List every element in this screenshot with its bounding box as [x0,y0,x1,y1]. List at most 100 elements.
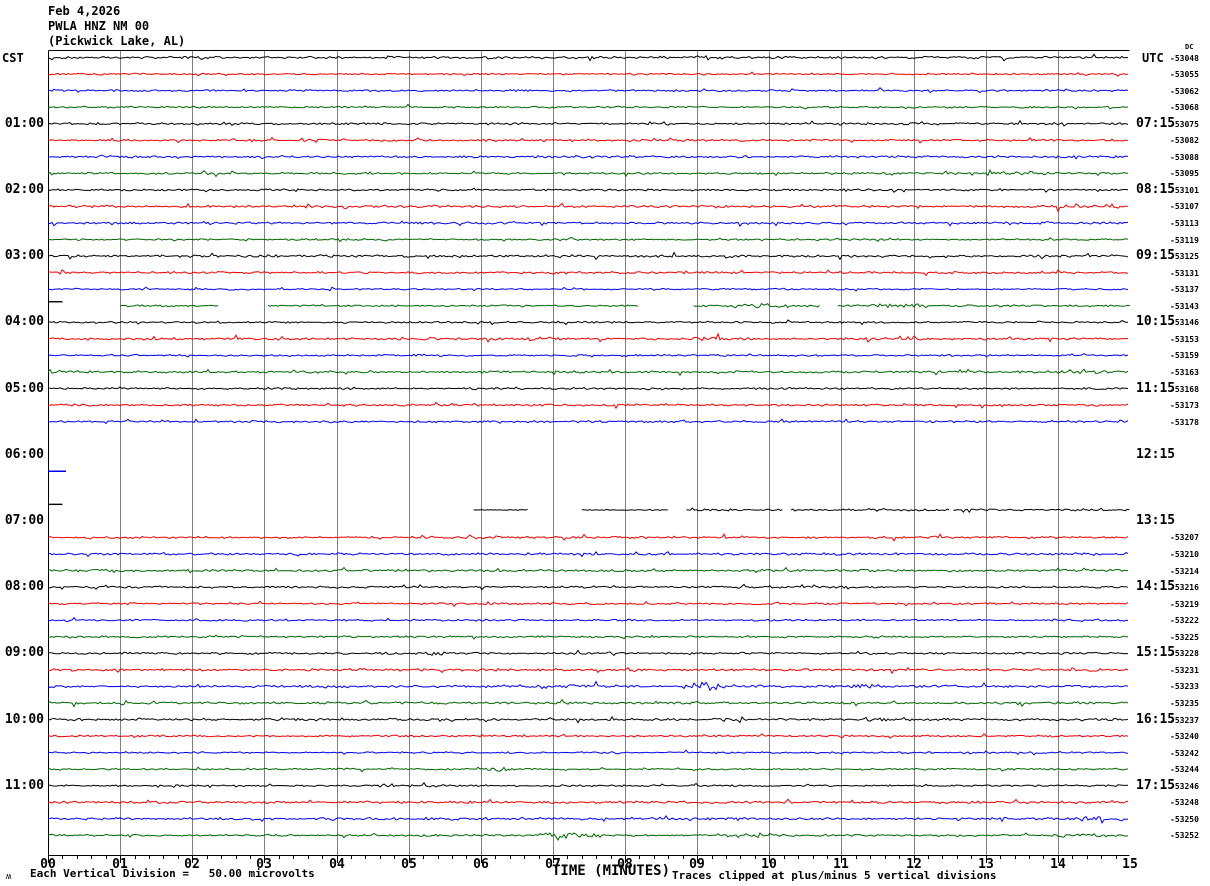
seismogram-plot [48,50,1130,863]
dc-offset-value: -53095 [1170,169,1199,179]
dc-offset-value: -53107 [1170,202,1199,212]
dc-offset-value: -53242 [1170,748,1199,758]
dc-offset-value: -53113 [1170,219,1199,228]
trace-0930-blue [48,680,1129,692]
dc-offset-value: -53125 [1170,252,1199,262]
dc-offset-value: -53101 [1170,185,1199,195]
trace-0045-green [48,103,1129,110]
trace-0215-red [48,202,1129,213]
trace-0445-green [48,368,1129,377]
trace-0030-blue [48,86,1129,94]
trace-0345-green [837,303,1130,309]
trace-0500-black [48,386,1129,391]
dc-offset-value: -53137 [1170,285,1199,295]
dc-offset-value: -53143 [1170,301,1199,311]
trace-1045-green [48,766,1129,773]
dc-offset-value: -53207 [1170,533,1199,543]
trace-1000-black [48,715,1129,724]
dc-offset-value: -53055 [1170,70,1199,80]
trace-0830-blue [48,616,1129,623]
trace-0815-red [48,600,1129,608]
dc-offset-value: -53048 [1170,53,1199,63]
left-timezone-label: CST [2,51,24,65]
x-tick-label: 05 [401,857,417,872]
station-code: PWLA HNZ NM 00 [48,19,150,33]
cst-hour-label: 05:00 [4,380,44,396]
trace-1130-blue [48,815,1128,825]
dc-offset-value: -53163 [1170,367,1199,377]
dc-offset-value: -53244 [1170,765,1199,775]
x-axis-title: TIME (MINUTES) [552,863,671,879]
dc-offset-value: -53159 [1170,351,1199,361]
dc-offset-value: -53082 [1170,136,1199,146]
trace-0015-red [48,71,1129,77]
dc-offset-value: -53250 [1170,814,1199,824]
trace-0100-black [48,119,1129,127]
cst-hour-label: 08:00 [4,579,44,595]
plot-date: Feb 4,2026 [48,4,121,18]
trace-0945-green [48,698,1129,708]
dc-offset-value: -53168 [1170,384,1199,394]
corner-mark: ʍ [6,872,12,882]
trace-0430-blue [48,353,1129,358]
trace-0345-green [267,303,639,308]
trace-0415-red [48,332,1129,343]
trace-0400-black [48,319,1129,326]
trace-0200-black [48,187,1129,193]
trace-0115-red [48,136,1129,144]
trace-0900-black [48,649,1129,656]
cst-hour-label: 11:00 [4,777,44,793]
scale-note: Each Vertical Division = 50.00 microvolt… [30,867,315,880]
dc-offset-value: -53068 [1170,103,1199,113]
trace-0345-green [120,304,219,308]
trace-0330-blue [48,286,1129,292]
trace-1145-green [48,832,1129,841]
right-timezone-label: UTC [1142,51,1164,65]
x-tick-label: 14 [1050,857,1066,872]
trace-0315-red [48,269,1129,277]
dc-offset-value: -53075 [1170,119,1199,129]
dc-offset-value: -53219 [1170,599,1199,609]
dc-offset-value: -53173 [1170,401,1199,411]
dc-offset-value: -53240 [1170,732,1199,742]
dc-offset-value: -53119 [1170,235,1199,245]
dc-caption: DC [1185,43,1194,51]
dc-offset-value: -53252 [1170,831,1199,841]
dc-offset-value: -53153 [1170,334,1199,344]
trace-0515-red [48,401,1129,410]
cst-hour-label: 01:00 [4,115,44,131]
utc-hour-label: 12:15 [1136,446,1176,462]
utc-hour-label: 13:15 [1136,512,1176,528]
trace-0700-black [686,507,783,512]
cst-hour-label: 07:00 [4,512,44,528]
x-tick-label: 15 [1122,857,1138,872]
trace-0845-green [48,634,1129,640]
clip-note: Traces clipped at plus/minus 5 vertical … [672,869,997,882]
dc-offset-value: -53214 [1170,566,1199,576]
cst-hour-label: 04:00 [4,314,44,330]
trace-0345-green [693,302,820,309]
trace-0800-black [48,583,1129,591]
trace-0700-black [581,508,668,511]
x-tick-label: 04 [329,857,345,872]
trace-0700-black [790,508,950,512]
trace-0530-blue [48,418,1129,425]
dc-offset-value: -53146 [1170,318,1199,328]
cst-hour-label: 02:00 [4,181,44,197]
trace-0915-red [48,666,1129,675]
trace-0700-black [953,507,1130,514]
dc-offset-value: -53248 [1170,798,1199,808]
x-tick-label: 06 [473,857,489,872]
trace-0000-black [48,53,1129,62]
cst-hour-label: 09:00 [4,645,44,661]
dc-offset-value: -53131 [1170,268,1199,278]
trace-1115-red [48,798,1129,805]
trace-0300-black [48,251,1129,261]
trace-0715-red [48,533,1129,542]
dc-offset-value: -53228 [1170,649,1199,659]
trace-1030-blue [48,749,1129,756]
dc-offset-value: -53210 [1170,550,1199,559]
dc-offset-value: -53178 [1170,417,1199,427]
dc-offset-value: -53088 [1170,152,1199,162]
trace-0145-green [48,169,1129,178]
